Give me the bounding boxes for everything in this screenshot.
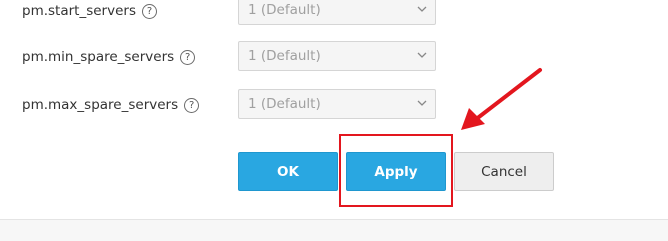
setting-row-min-spare-servers: pm.min_spare_servers ? 1 (Default) <box>0 41 668 73</box>
setting-label: pm.start_servers ? <box>22 0 157 27</box>
setting-label: pm.max_spare_servers ? <box>22 89 200 121</box>
cancel-button[interactable]: Cancel <box>454 152 554 191</box>
setting-label-text: pm.max_spare_servers <box>22 97 179 113</box>
setting-row-start-servers: pm.start_servers ? 1 (Default) <box>0 0 668 27</box>
apply-highlight-box <box>339 134 453 207</box>
help-icon[interactable]: ? <box>141 3 157 19</box>
chevron-down-icon <box>417 100 427 106</box>
red-arrow-icon <box>461 68 542 130</box>
select-value: 1 (Default) <box>248 48 321 64</box>
max-spare-servers-select[interactable]: 1 (Default) <box>238 89 436 119</box>
select-value: 1 (Default) <box>248 96 321 112</box>
setting-row-max-spare-servers: pm.max_spare_servers ? 1 (Default) <box>0 89 668 121</box>
help-icon[interactable]: ? <box>184 97 200 113</box>
chevron-down-icon <box>417 6 427 12</box>
select-value: 1 (Default) <box>248 2 321 18</box>
min-spare-servers-select[interactable]: 1 (Default) <box>238 41 436 71</box>
setting-label: pm.min_spare_servers ? <box>22 41 196 73</box>
start-servers-select[interactable]: 1 (Default) <box>238 0 436 25</box>
setting-label-text: pm.start_servers <box>22 3 136 19</box>
footer-area <box>0 220 668 241</box>
ok-button[interactable]: OK <box>238 152 338 191</box>
chevron-down-icon <box>417 52 427 58</box>
setting-label-text: pm.min_spare_servers <box>22 49 175 65</box>
help-icon[interactable]: ? <box>180 49 196 65</box>
